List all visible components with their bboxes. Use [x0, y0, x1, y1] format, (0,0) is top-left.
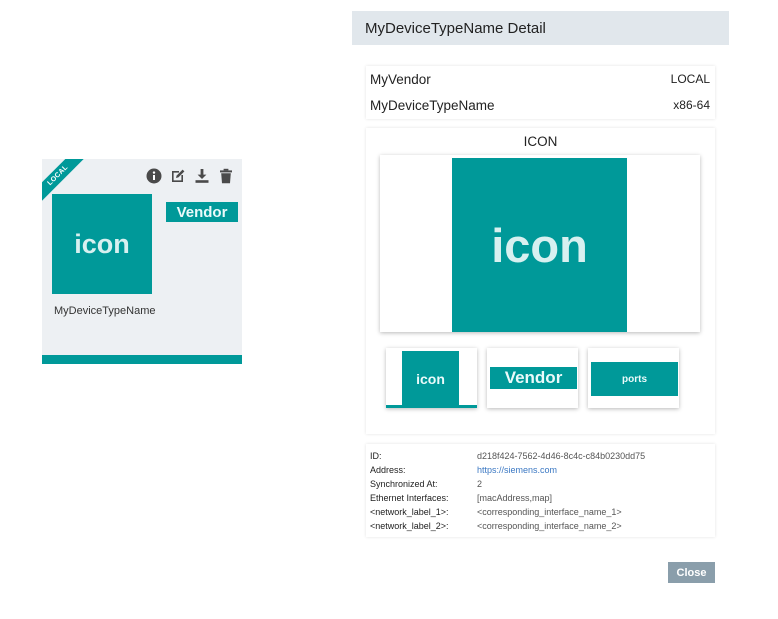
detail-label-ethernet: Ethernet Interfaces:	[370, 493, 449, 503]
detail-row: <network_label_1>: <corresponding_interf…	[370, 505, 711, 519]
summary-box: MyVendor LOCAL MyDeviceTypeName x86-64	[366, 66, 715, 119]
card-accent-bar	[42, 355, 242, 364]
detail-value-network-2: <corresponding_interface_name_2>	[477, 521, 622, 531]
detail-label-id: ID:	[370, 451, 382, 461]
vendor-logo: Vendor	[166, 202, 238, 222]
device-icon-image: icon	[52, 194, 152, 294]
device-type-name-detail: MyDeviceTypeName	[370, 97, 495, 113]
download-icon[interactable]	[194, 168, 210, 184]
detail-value-id: d218f424-7562-4d46-8c4c-c84b0230dd75	[477, 451, 646, 461]
detail-row: <network_label_2>: <corresponding_interf…	[370, 519, 711, 533]
delete-icon[interactable]	[218, 168, 234, 184]
thumbnail-icon[interactable]: icon	[386, 348, 477, 408]
thumbnail-ports[interactable]: ports	[588, 348, 679, 408]
detail-panel: MyDeviceTypeName Detail MyVendor LOCAL M…	[352, 11, 729, 611]
device-type-name: MyDeviceTypeName	[54, 305, 156, 317]
detail-value-ethernet: [macAddress,map]	[477, 493, 553, 503]
detail-label-synchronized: Synchronized At:	[370, 479, 438, 489]
panel-title: MyDeviceTypeName Detail	[365, 19, 546, 37]
info-icon[interactable]	[146, 168, 162, 184]
address-link[interactable]: https://siemens.com	[477, 465, 557, 475]
vendor-name: MyVendor	[370, 71, 431, 87]
detail-label-network-2: <network_label_2>:	[370, 521, 449, 531]
thumbnail-ports-image: ports	[591, 362, 678, 396]
summary-row-name: MyDeviceTypeName x86-64	[366, 92, 715, 118]
detail-value-network-1: <corresponding_interface_name_1>	[477, 507, 622, 517]
icon-thumbnails: icon Vendor ports	[386, 348, 679, 408]
thumbnail-vendor-image: Vendor	[490, 367, 577, 389]
card-actions	[146, 168, 234, 184]
detail-row: Synchronized At: 2	[370, 477, 711, 491]
edit-icon[interactable]	[170, 168, 186, 184]
thumbnail-icon-image: icon	[402, 351, 459, 407]
device-type-card[interactable]: LOCAL icon Vendor MyDeviceTypeName	[42, 159, 242, 364]
detail-row: Ethernet Interfaces: [macAddress,map]	[370, 491, 711, 505]
icon-section: ICON icon icon Vendor ports	[366, 128, 715, 434]
summary-row-vendor: MyVendor LOCAL	[366, 66, 715, 92]
icon-preview-image: icon	[452, 158, 627, 332]
thumbnail-vendor[interactable]: Vendor	[487, 348, 578, 408]
detail-value-synchronized: 2	[477, 479, 483, 489]
architecture-badge: x86-64	[673, 98, 710, 112]
detail-label-network-1: <network_label_1>:	[370, 507, 449, 517]
icon-preview: icon	[380, 155, 700, 332]
source-badge: LOCAL	[670, 72, 710, 86]
detail-label-address: Address:	[370, 465, 406, 475]
detail-row: ID: d218f424-7562-4d46-8c4c-c84b0230dd75	[370, 449, 711, 463]
detail-row: Address: https://siemens.com	[370, 463, 711, 477]
panel-header: MyDeviceTypeName Detail	[352, 11, 729, 45]
close-button[interactable]: Close	[668, 562, 715, 583]
details-box: ID: d218f424-7562-4d46-8c4c-c84b0230dd75…	[366, 444, 715, 537]
icon-section-title: ICON	[523, 134, 558, 149]
